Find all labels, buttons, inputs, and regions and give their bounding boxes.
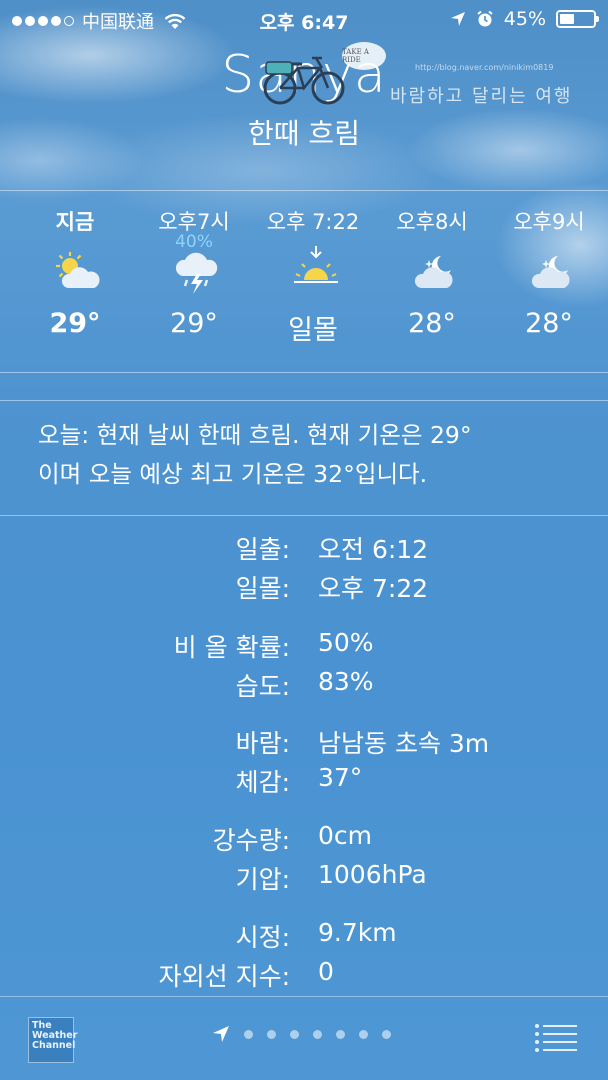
summary-line: 이며 오늘 예상 최고 기온은 32°입니다. [38, 460, 428, 488]
detail-value: 0cm [318, 821, 373, 850]
thunderstorm-icon [175, 252, 218, 294]
hourly-temp: 29° [170, 308, 218, 339]
bottom-toolbar: The Weather Channel [0, 996, 608, 1080]
divider [0, 400, 608, 401]
hourly-time: 지금 [55, 210, 95, 234]
detail-value: 오전 6:12 [318, 535, 429, 564]
hourly-time: 오후9시 [513, 210, 585, 234]
weather-channel-logo[interactable]: The Weather Channel [28, 1017, 77, 1063]
hourly-time: 오후 7:22 [266, 210, 360, 234]
hourly-item: 오후9시 28° [490, 192, 608, 339]
sticker-badge: TAKE A RIDE [342, 42, 386, 70]
summary-line: 오늘: 현재 날씨 한때 흐림. 현재 기온은 29° [38, 421, 472, 449]
divider [0, 515, 608, 516]
today-summary: 오늘: 현재 날씨 한때 흐림. 현재 기온은 29° 이며 오늘 예상 최고 … [38, 416, 578, 494]
bicycle-watermark-icon [263, 56, 345, 105]
hourly-temp: 28° [525, 308, 573, 339]
current-location-icon [213, 1026, 229, 1042]
detail-row-rain-chance: 비 올 확률: 50% [0, 628, 608, 668]
watermark-url: http://blog.naver.com/ninikim0819 [415, 63, 554, 72]
hourly-temp: 28° [408, 308, 456, 339]
detail-value: 남남동 초속 3m [318, 729, 490, 758]
hourly-forecast[interactable]: 지금 29° 오후7시 40% 29° 오후 7:22 일몰 오후8시 28° … [0, 192, 608, 372]
detail-row-uv-index: 자외선 지수: 0 [0, 957, 608, 997]
detail-label: 일몰: [235, 574, 290, 603]
detail-row-visibility: 시정: 9.7km [0, 918, 608, 958]
watermark-text: 바람하고 달리는 여행 [390, 86, 573, 107]
page-dot [313, 1029, 322, 1039]
detail-label: 일출: [235, 535, 290, 564]
detail-value: 50% [318, 628, 374, 657]
detail-row-sunrise: 일출: 오전 6:12 [0, 530, 608, 570]
detail-value: 오후 7:22 [318, 574, 429, 603]
status-bar: 中国联通 오후 6:47 45% [0, 0, 608, 40]
detail-label: 체감: [235, 768, 290, 797]
hourly-item: 지금 29° [16, 192, 134, 339]
current-condition: 한때 흐림 [248, 117, 360, 150]
partly-sunny-icon [56, 252, 100, 288]
detail-value: 83% [318, 667, 374, 696]
battery-icon [556, 10, 599, 28]
detail-row-wind: 바람: 남남동 초속 3m [0, 724, 608, 764]
page-dot [267, 1029, 276, 1039]
sunset-icon [294, 246, 338, 283]
detail-label: 비 올 확률: [173, 633, 290, 662]
precip-chance: 40% [175, 232, 213, 252]
alarm-icon [477, 10, 493, 27]
detail-label: 강수량: [212, 826, 290, 855]
hourly-temp: 29° [49, 308, 101, 339]
detail-label: 시정: [235, 923, 290, 952]
divider [0, 372, 608, 373]
hourly-time: 오후8시 [396, 210, 468, 234]
hourly-temp: 일몰 [288, 315, 338, 346]
hourly-time: 오후7시 [158, 210, 230, 234]
partly-cloudy-night-icon [531, 256, 570, 288]
detail-label: 바람: [235, 729, 290, 758]
page-indicator[interactable] [212, 1025, 391, 1043]
detail-row-sunset: 일몰: 오후 7:22 [0, 569, 608, 609]
city-list-icon[interactable] [534, 1023, 578, 1053]
divider [0, 190, 608, 191]
page-dot [244, 1029, 253, 1039]
detail-row-humidity: 습도: 83% [0, 667, 608, 707]
location-arrow-icon [450, 12, 465, 26]
detail-value: 1006hPa [318, 860, 427, 889]
detail-row-pressure: 기압: 1006hPa [0, 860, 608, 900]
detail-row-feels-like: 체감: 37° [0, 763, 608, 803]
detail-label: 자외선 지수: [158, 962, 290, 991]
battery-percent: 45% [503, 8, 546, 30]
detail-label: 기압: [235, 865, 290, 894]
page-dot [359, 1029, 368, 1039]
detail-row-precipitation: 강수량: 0cm [0, 821, 608, 861]
hourly-item: 오후8시 28° [373, 192, 491, 339]
partly-cloudy-night-icon [414, 256, 453, 288]
page-dot [290, 1029, 299, 1039]
hourly-item: 오후7시 40% 29° [135, 192, 253, 339]
hourly-item: 오후 7:22 일몰 [254, 192, 372, 347]
page-dot [336, 1029, 345, 1039]
page-dot [382, 1029, 391, 1039]
detail-value: 0 [318, 957, 334, 986]
detail-value: 9.7km [318, 918, 397, 947]
detail-value: 37° [318, 763, 363, 792]
detail-label: 습도: [235, 672, 290, 701]
